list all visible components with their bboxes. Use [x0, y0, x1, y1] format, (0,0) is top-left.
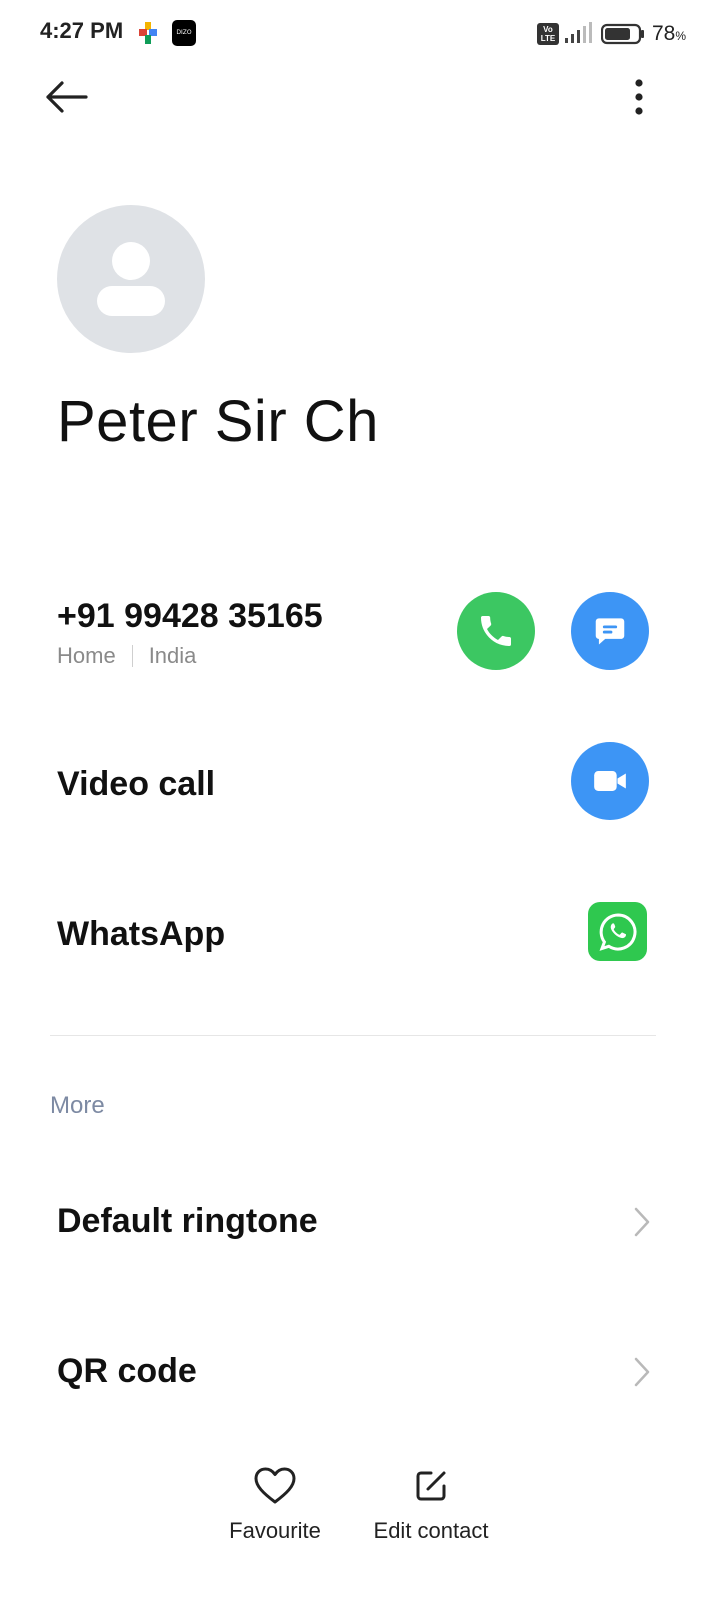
- arrow-left-icon: [46, 81, 88, 113]
- signal-strength-icon: [565, 22, 592, 43]
- battery-percent: 78%: [652, 22, 686, 46]
- video-camera-icon: [594, 771, 626, 791]
- default-ringtone-label: Default ringtone: [57, 1202, 318, 1240]
- dizo-app-icon: DIZO: [172, 20, 196, 46]
- call-button[interactable]: [457, 592, 535, 670]
- contact-avatar: [57, 205, 205, 353]
- video-call-label: Video call: [57, 765, 216, 803]
- contact-name: Peter Sir Ch: [57, 389, 379, 454]
- edit-icon: [416, 1471, 446, 1501]
- phone-meta-divider: [131, 645, 133, 667]
- whatsapp-icon: [599, 912, 636, 951]
- phone-icon: [481, 616, 511, 646]
- chevron-right-icon: [634, 1357, 650, 1387]
- qr-code-label: QR code: [57, 1352, 197, 1390]
- message-icon: [595, 618, 625, 645]
- whatsapp-label: WhatsApp: [57, 915, 226, 953]
- phone-region: India: [148, 643, 197, 668]
- app-notification-icon: [139, 22, 157, 44]
- volte-icon: Vo LTE: [537, 23, 559, 45]
- more-options-button[interactable]: [615, 70, 663, 124]
- message-button[interactable]: [571, 592, 649, 670]
- phone-type: Home: [57, 643, 116, 668]
- more-section-title: More: [50, 1092, 105, 1119]
- favourite-button[interactable]: Favourite: [220, 1466, 330, 1544]
- chevron-right-icon: [634, 1207, 650, 1237]
- back-button[interactable]: [38, 70, 96, 124]
- video-call-button[interactable]: [571, 742, 649, 820]
- battery-percent-value: 78: [652, 22, 676, 45]
- default-ringtone-row[interactable]: Default ringtone: [57, 1186, 663, 1256]
- battery-icon: [601, 23, 644, 45]
- qr-code-row[interactable]: QR code: [57, 1336, 663, 1406]
- edit-contact-button[interactable]: Edit contact: [362, 1466, 500, 1544]
- person-placeholder-icon: [97, 242, 165, 316]
- more-vertical-icon: [635, 79, 643, 115]
- status-time: 4:27 PM: [40, 18, 124, 43]
- favourite-label: Favourite: [229, 1518, 321, 1543]
- heart-icon: [254, 1467, 296, 1504]
- phone-meta: Home India: [57, 643, 196, 669]
- battery-percent-unit: %: [675, 29, 687, 43]
- edit-contact-label: Edit contact: [373, 1518, 489, 1543]
- phone-number[interactable]: +91 99428 35165: [57, 597, 323, 636]
- whatsapp-button[interactable]: [588, 902, 647, 961]
- section-divider: [50, 1035, 656, 1036]
